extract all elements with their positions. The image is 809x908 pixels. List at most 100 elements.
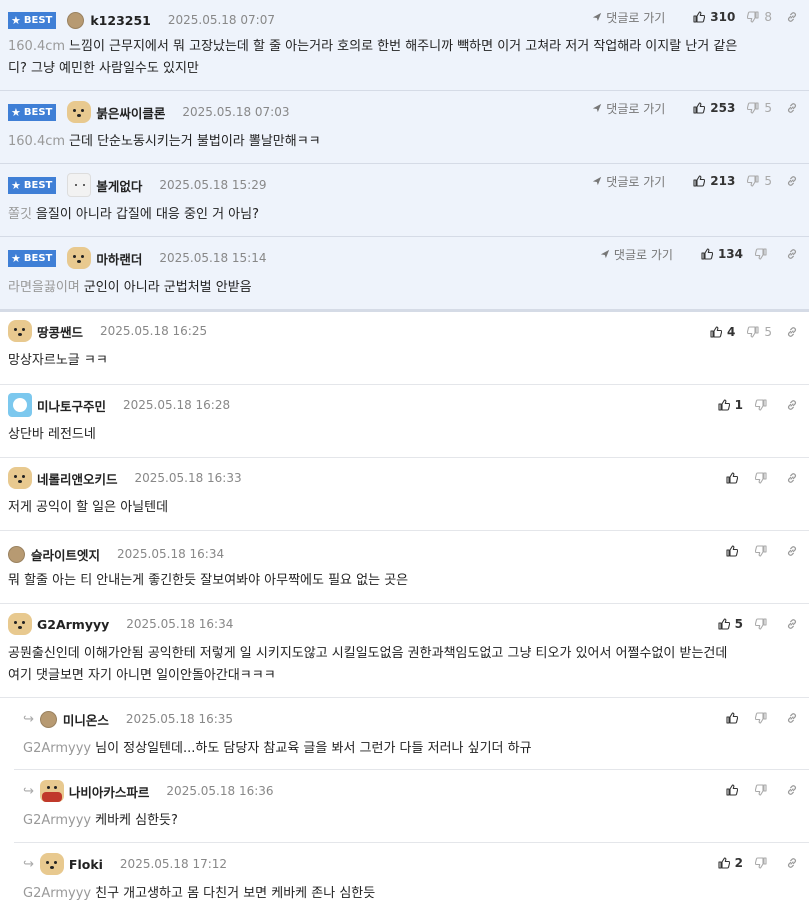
thumb-up-icon	[726, 472, 738, 484]
comment-date: 2025.05.18 16:28	[123, 398, 231, 412]
downvote-button[interactable]	[755, 399, 772, 411]
comment-item: 땅콩쌘드 2025.05.18 16:25 4 5 망상자르노글 ㅋㅋ	[0, 310, 809, 385]
comment-text: 160.4cm 근데 단순노동시키는거 불법이라 뽈날만해ㅋㅋ	[8, 134, 321, 149]
link-icon[interactable]	[786, 545, 798, 557]
downvote-button[interactable]	[755, 712, 772, 724]
goto-comment-link[interactable]: 댓글로 가기	[592, 9, 665, 26]
link-icon[interactable]	[786, 857, 798, 869]
goto-comment-link[interactable]: 댓글로 가기	[592, 100, 665, 117]
comment-author[interactable]: 볼게없다	[96, 176, 142, 195]
downvote-button[interactable]	[755, 857, 772, 869]
avatar[interactable]	[8, 467, 32, 489]
avatar[interactable]	[8, 393, 32, 417]
avatar[interactable]	[67, 11, 85, 29]
avatar[interactable]	[67, 173, 92, 197]
comment-author[interactable]: Floki	[69, 857, 103, 872]
comment-author[interactable]: 미니온스	[63, 710, 109, 729]
comment-author[interactable]: G2Armyyy	[37, 617, 109, 632]
thumb-down-icon	[755, 472, 767, 484]
avatar[interactable]	[39, 710, 57, 728]
thumb-down-icon	[755, 248, 767, 260]
avatar[interactable]	[39, 780, 64, 802]
comment-author[interactable]: 네롤리앤오키드	[37, 469, 118, 488]
downvote-button[interactable]	[755, 472, 772, 484]
upvote-button[interactable]	[726, 472, 743, 484]
upvote-button[interactable]: 253	[693, 101, 735, 115]
downvote-button[interactable]	[755, 545, 772, 557]
comment-item: 네롤리앤오키드 2025.05.18 16:33 저게 공익이 할 일은 아닐텐…	[0, 458, 809, 531]
comment-author[interactable]: 나비아카스파르	[69, 782, 150, 801]
thumb-up-icon	[718, 399, 730, 411]
arrow-icon	[592, 176, 602, 186]
downvote-button[interactable]: 8	[747, 10, 772, 24]
reply-item: ↪ 나비아카스파르 2025.05.18 16:36 G2Armyyy 케바케 심…	[14, 770, 809, 843]
comment-text: 쫄깃 을질이 아니라 갑질에 대응 중인 거 아님?	[8, 207, 259, 222]
avatar[interactable]	[8, 545, 25, 563]
link-icon[interactable]	[786, 399, 798, 411]
downvote-button[interactable]: 5	[747, 101, 772, 115]
link-icon[interactable]	[786, 618, 798, 630]
upvote-button[interactable]: 2	[718, 856, 743, 870]
downvote-button[interactable]	[755, 618, 772, 630]
downvote-button[interactable]	[755, 248, 772, 260]
link-icon[interactable]	[786, 784, 798, 796]
link-icon[interactable]	[786, 11, 798, 23]
thumb-up-icon	[693, 11, 705, 23]
comment-item: ★ BEST k123251 2025.05.18 07:07 댓글로 가기 31…	[0, 0, 809, 91]
avatar[interactable]	[39, 853, 64, 875]
best-badge: ★ BEST	[8, 249, 57, 267]
upvote-button[interactable]	[726, 784, 743, 796]
comment-date: 2025.05.18 15:14	[159, 251, 267, 265]
goto-comment-link[interactable]: 댓글로 가기	[600, 246, 673, 263]
thumb-down-icon	[755, 784, 767, 796]
upvote-button[interactable]: 5	[718, 617, 743, 631]
comment-author[interactable]: 땅콩쌘드	[37, 322, 83, 341]
upvote-button[interactable]: 134	[701, 247, 743, 261]
comment-date: 2025.05.18 16:36	[166, 784, 274, 798]
comment-item: ★ BEST 마하랜더 2025.05.18 15:14 댓글로 가기 134 라…	[0, 237, 809, 310]
comment-author[interactable]: 마하랜더	[96, 249, 142, 268]
avatar[interactable]	[8, 320, 32, 342]
upvote-button[interactable]	[726, 712, 743, 724]
thumb-up-icon	[718, 618, 730, 630]
comment-author[interactable]: 슬라이트엣지	[31, 545, 100, 564]
star-icon: ★	[11, 105, 21, 119]
star-icon: ★	[11, 178, 21, 192]
arrow-icon	[592, 12, 602, 22]
comment-text: 공뭔출신인데 이해가안됨 공익한테 저렇게 일 시키지도않고 시킬일도없음 권한…	[8, 646, 728, 661]
comment-author[interactable]: k123251	[90, 13, 151, 28]
best-badge: ★ BEST	[8, 103, 57, 121]
upvote-button[interactable]: 1	[718, 398, 743, 412]
comment-text: 저게 공익이 할 일은 아닐텐데	[8, 500, 169, 515]
avatar[interactable]	[67, 247, 92, 269]
upvote-button[interactable]: 213	[693, 174, 735, 188]
thumb-up-icon	[701, 248, 713, 260]
link-icon[interactable]	[786, 248, 798, 260]
link-icon[interactable]	[786, 326, 798, 338]
upvote-button[interactable]	[726, 545, 743, 557]
comment-date: 2025.05.18 16:35	[125, 712, 234, 726]
link-icon[interactable]	[786, 175, 798, 187]
upvote-button[interactable]: 4	[710, 325, 735, 339]
avatar[interactable]	[67, 101, 92, 123]
avatar[interactable]	[8, 613, 32, 635]
reply-arrow-icon: ↪	[23, 783, 34, 799]
downvote-button[interactable]	[755, 784, 772, 796]
comment-item: ★ BEST 볼게없다 2025.05.18 15:29 댓글로 가기 213 5…	[0, 164, 809, 237]
thumb-up-icon	[718, 857, 730, 869]
comment-text: G2Armyyy 케바케 심한듯?	[23, 813, 178, 828]
thumb-down-icon	[755, 399, 767, 411]
comment-author[interactable]: 미나토구주민	[37, 396, 106, 415]
thumb-down-icon	[747, 175, 759, 187]
downvote-button[interactable]: 5	[747, 325, 772, 339]
comment-author[interactable]: 붉은싸이클론	[96, 103, 165, 122]
best-badge: ★ BEST	[8, 11, 57, 29]
comment-date: 2025.05.18 16:34	[126, 617, 234, 631]
star-icon: ★	[11, 251, 21, 265]
link-icon[interactable]	[786, 712, 798, 724]
upvote-button[interactable]: 310	[693, 10, 735, 24]
downvote-button[interactable]: 5	[747, 174, 772, 188]
goto-comment-link[interactable]: 댓글로 가기	[592, 173, 665, 190]
link-icon[interactable]	[786, 472, 798, 484]
link-icon[interactable]	[786, 102, 798, 114]
